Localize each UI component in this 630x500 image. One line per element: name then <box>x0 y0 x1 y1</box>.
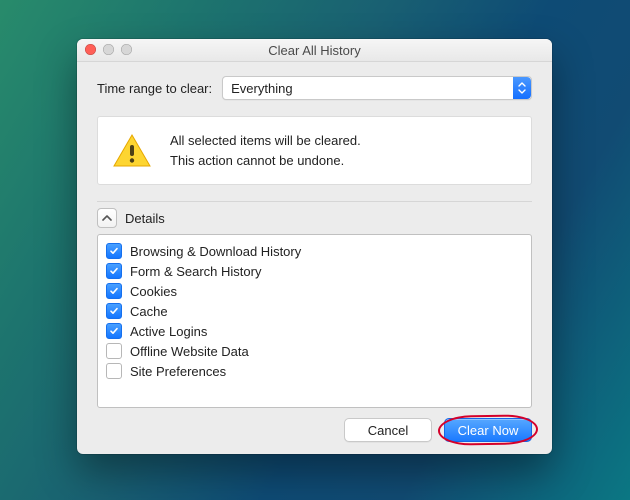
cancel-button[interactable]: Cancel <box>344 418 432 442</box>
window-controls <box>85 44 132 55</box>
time-range-select[interactable]: Everything <box>222 76 532 100</box>
list-item-label: Offline Website Data <box>130 344 249 359</box>
select-arrows-icon <box>513 77 531 99</box>
time-range-label: Time range to clear: <box>97 81 212 96</box>
list-item: Active Logins <box>106 321 523 341</box>
list-item: Offline Website Data <box>106 341 523 361</box>
minimize-icon <box>103 44 114 55</box>
checkbox[interactable] <box>106 323 122 339</box>
checkbox[interactable] <box>106 363 122 379</box>
list-item-label: Cache <box>130 304 168 319</box>
list-item: Cache <box>106 301 523 321</box>
dialog-window: Clear All History Time range to clear: E… <box>77 39 552 454</box>
list-item-label: Site Preferences <box>130 364 226 379</box>
warning-icon <box>112 133 152 169</box>
dialog-footer: Cancel Clear Now <box>97 408 532 442</box>
list-item-label: Cookies <box>130 284 177 299</box>
warning-line-1: All selected items will be cleared. <box>170 131 361 151</box>
dialog-content: Time range to clear: Everything <box>77 62 552 454</box>
list-item: Site Preferences <box>106 361 523 381</box>
zoom-icon <box>121 44 132 55</box>
details-label: Details <box>125 211 165 226</box>
list-item-label: Active Logins <box>130 324 207 339</box>
clear-now-button[interactable]: Clear Now <box>444 418 532 442</box>
details-list: Browsing & Download History Form & Search… <box>97 234 532 408</box>
time-range-row: Time range to clear: Everything <box>97 76 532 100</box>
warning-line-2: This action cannot be undone. <box>170 151 361 171</box>
checkbox[interactable] <box>106 343 122 359</box>
warning-text: All selected items will be cleared. This… <box>170 131 361 170</box>
list-item-label: Form & Search History <box>130 264 261 279</box>
chevron-up-icon <box>102 214 112 222</box>
details-toggle[interactable] <box>97 208 117 228</box>
checkbox[interactable] <box>106 263 122 279</box>
titlebar: Clear All History <box>77 39 552 62</box>
list-item: Cookies <box>106 281 523 301</box>
cancel-button-label: Cancel <box>368 423 408 438</box>
checkbox[interactable] <box>106 283 122 299</box>
list-item-label: Browsing & Download History <box>130 244 301 259</box>
close-icon[interactable] <box>85 44 96 55</box>
list-item: Form & Search History <box>106 261 523 281</box>
time-range-value: Everything <box>231 81 292 96</box>
list-item: Browsing & Download History <box>106 241 523 261</box>
details-header: Details <box>97 201 532 228</box>
window-title: Clear All History <box>268 43 360 58</box>
clear-now-button-label: Clear Now <box>458 423 519 438</box>
checkbox[interactable] <box>106 303 122 319</box>
warning-panel: All selected items will be cleared. This… <box>97 116 532 185</box>
checkbox[interactable] <box>106 243 122 259</box>
desktop-background: Clear All History Time range to clear: E… <box>0 0 630 500</box>
